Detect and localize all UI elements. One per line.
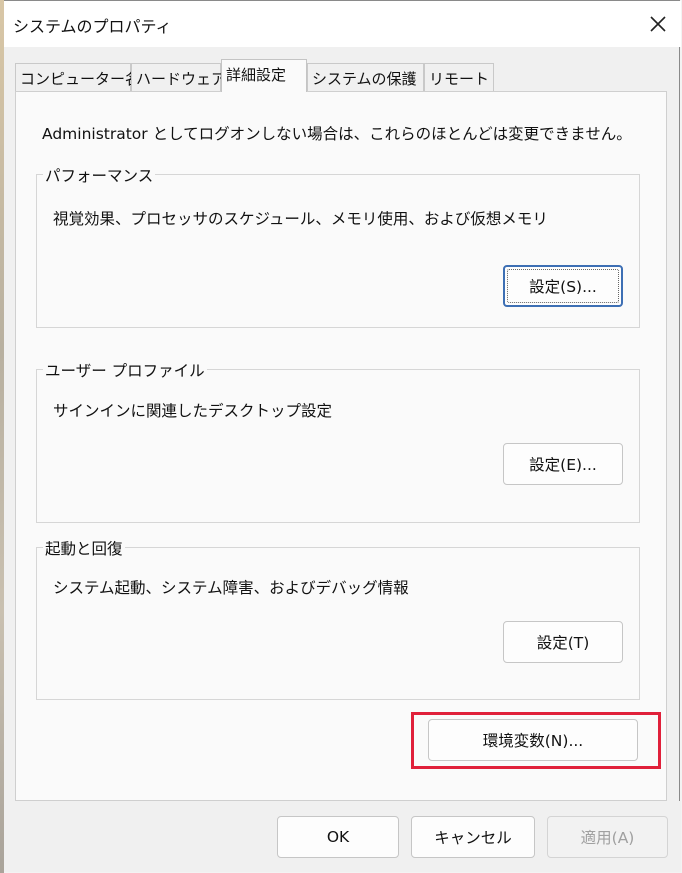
tab-hardware[interactable]: ハードウェア bbox=[131, 63, 226, 91]
tab-label: ハードウェア bbox=[136, 70, 227, 88]
tab-system-protection[interactable]: システムの保護 bbox=[307, 63, 424, 91]
close-button[interactable] bbox=[635, 1, 681, 47]
user-profile-description: サインインに関連したデスクトップ設定 bbox=[53, 402, 333, 420]
startup-recovery-group: 起動と回復 システム起動、システム障害、およびデバッグ情報 設定(T) bbox=[36, 537, 640, 700]
apply-button[interactable]: 適用(A) bbox=[547, 816, 668, 858]
cancel-button[interactable]: キャンセル bbox=[411, 816, 535, 858]
tab-remote[interactable]: リモート bbox=[424, 63, 494, 91]
performance-settings-button[interactable]: 設定(S)... bbox=[503, 265, 623, 307]
ok-button[interactable]: OK bbox=[277, 816, 399, 858]
tab-label: リモート bbox=[429, 70, 490, 88]
dialog-footer: OK キャンセル 適用(A) bbox=[1, 801, 681, 872]
tab-label: 詳細設定 bbox=[226, 66, 287, 84]
performance-description: 視覚効果、プロセッサのスケジュール、メモリ使用、および仮想メモリ bbox=[53, 210, 548, 228]
startup-recovery-settings-button[interactable]: 設定(T) bbox=[503, 621, 623, 663]
title-bar: システムのプロパティ bbox=[1, 1, 681, 47]
admin-note: Administrator としてログオンしない場合は、これらのほとんどは変更で… bbox=[42, 125, 632, 143]
user-profile-title: ユーザー プロファイル bbox=[43, 359, 207, 381]
background-edge bbox=[0, 0, 4, 873]
performance-title: パフォーマンス bbox=[43, 164, 156, 186]
performance-group: パフォーマンス 視覚効果、プロセッサのスケジュール、メモリ使用、および仮想メモリ… bbox=[36, 164, 640, 328]
system-properties-window: システムのプロパティ コンピューター名 ハードウェア 詳細設定 システムの保護 … bbox=[0, 0, 681, 872]
startup-recovery-title: 起動と回復 bbox=[43, 537, 125, 559]
window-title: システムのプロパティ bbox=[13, 17, 172, 36]
tab-label: システムの保護 bbox=[312, 70, 417, 88]
tab-advanced[interactable]: 詳細設定 bbox=[221, 59, 307, 92]
tab-computer-name[interactable]: コンピューター名 bbox=[15, 63, 140, 91]
close-icon bbox=[650, 16, 666, 32]
startup-recovery-description: システム起動、システム障害、およびデバッグ情報 bbox=[53, 579, 409, 597]
user-profile-group: ユーザー プロファイル サインインに関連したデスクトップ設定 設定(E)... bbox=[36, 359, 640, 523]
advanced-tab-panel: Administrator としてログオンしない場合は、これらのほとんどは変更で… bbox=[15, 91, 667, 801]
user-profile-settings-button[interactable]: 設定(E)... bbox=[503, 443, 623, 485]
highlight-box bbox=[411, 712, 661, 769]
tab-label: コンピューター名 bbox=[20, 70, 141, 88]
